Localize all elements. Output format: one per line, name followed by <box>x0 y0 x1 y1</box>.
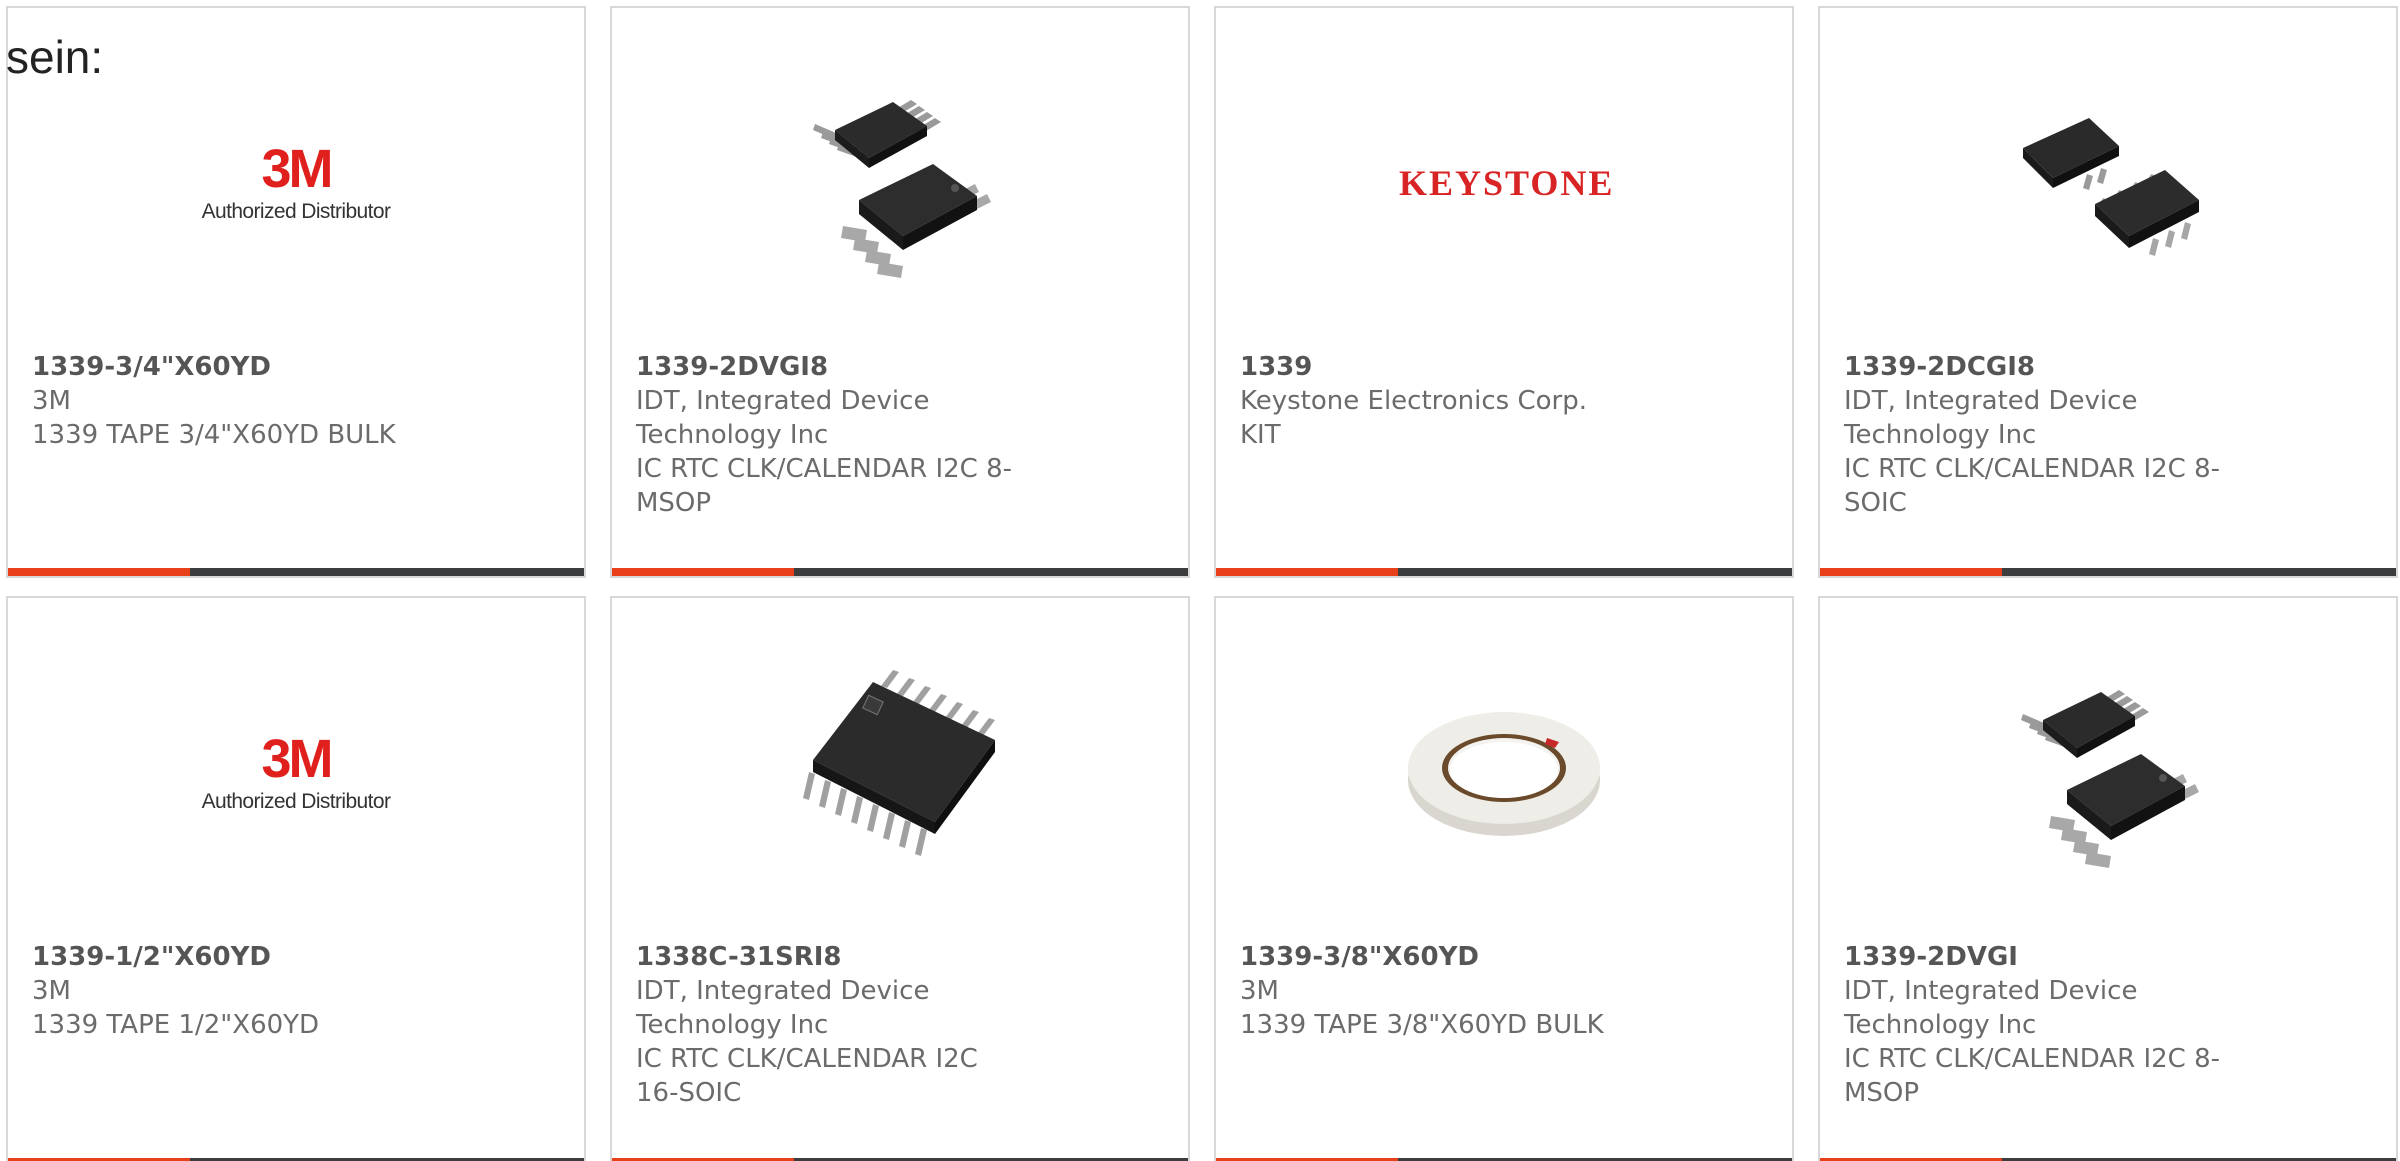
keystone-logo: KEYSTONE <box>1399 163 1615 203</box>
description: IC RTC CLK/CALENDAR I2C 8-MSOP <box>1844 1044 2221 1108</box>
manufacturer: IDT, Integrated Device Technology Inc <box>636 386 930 450</box>
manufacturer: 3M <box>32 386 71 416</box>
card-bottom-bar <box>612 568 1188 576</box>
part-number[interactable]: 1339-2DCGI8 <box>1844 350 2236 384</box>
description: 1339 TAPE 3/4"X60YD BULK <box>32 420 396 450</box>
product-image[interactable]: 3M Authorized Distributor <box>8 658 584 888</box>
tape-roll-icon <box>1408 712 1600 836</box>
soic-chip-icon <box>2023 118 2199 256</box>
product-card[interactable]: 1339-3/8"X60YD 3M 1339 TAPE 3/8"X60YD BU… <box>1214 596 1794 1161</box>
soic-16-chip-icon <box>803 670 995 856</box>
description: 1339 TAPE 3/8"X60YD BULK <box>1240 1010 1604 1040</box>
product-image[interactable] <box>1820 658 2396 888</box>
part-number[interactable]: 1339-2DVGI <box>1844 940 2236 974</box>
3m-logo: 3M Authorized Distributor <box>201 139 391 223</box>
product-card[interactable]: 3M Authorized Distributor 1339-3/4"X60YD… <box>6 6 586 578</box>
description: IC RTC CLK/CALENDAR I2C 16-SOIC <box>636 1044 978 1108</box>
description: IC RTC CLK/CALENDAR I2C 8-MSOP <box>636 454 1013 518</box>
product-image[interactable]: 3M Authorized Distributor <box>8 68 584 298</box>
product-image[interactable] <box>612 68 1188 298</box>
product-card[interactable]: 1339-2DCGI8 IDT, Integrated Device Techn… <box>1818 6 2398 578</box>
part-number[interactable]: 1339-3/8"X60YD <box>1240 940 1632 974</box>
product-image[interactable] <box>1820 68 2396 298</box>
description: KIT <box>1240 420 1281 450</box>
product-card[interactable]: 1339-2DVGI IDT, Integrated Device Techno… <box>1818 596 2398 1161</box>
part-number[interactable]: 1339-2DVGI8 <box>636 350 1028 384</box>
section-heading: sein: <box>6 31 104 83</box>
manufacturer: IDT, Integrated Device Technology Inc <box>636 976 930 1040</box>
manufacturer: 3M <box>32 976 71 1006</box>
product-card[interactable]: 1338C-31SRI8 IDT, Integrated Device Tech… <box>610 596 1190 1161</box>
part-number[interactable]: 1339-3/4"X60YD <box>32 350 424 384</box>
manufacturer: Keystone Electronics Corp. <box>1240 386 1588 416</box>
product-card[interactable]: KEYSTONE 1339 Keystone Electronics Corp.… <box>1214 6 1794 578</box>
part-number[interactable]: 1339-1/2"X60YD <box>32 940 424 974</box>
card-bottom-bar <box>1216 568 1792 576</box>
msop-chip-icon <box>2021 690 2199 868</box>
card-bottom-bar <box>8 568 584 576</box>
product-card[interactable]: 1339-2DVGI8 IDT, Integrated Device Techn… <box>610 6 1190 578</box>
part-number[interactable]: 1338C-31SRI8 <box>636 940 1028 974</box>
product-image[interactable]: KEYSTONE <box>1216 68 1792 298</box>
card-bottom-bar <box>1820 568 2396 576</box>
manufacturer: IDT, Integrated Device Technology Inc <box>1844 976 2138 1040</box>
manufacturer: 3M <box>1240 976 1279 1006</box>
product-card[interactable]: 3M Authorized Distributor 1339-1/2"X60YD… <box>6 596 586 1161</box>
description: 1339 TAPE 1/2"X60YD <box>32 1010 320 1040</box>
3m-logo: 3M Authorized Distributor <box>201 729 391 813</box>
manufacturer: IDT, Integrated Device Technology Inc <box>1844 386 2138 450</box>
part-number[interactable]: 1339 <box>1240 350 1632 384</box>
description: IC RTC CLK/CALENDAR I2C 8-SOIC <box>1844 454 2221 518</box>
product-image[interactable] <box>1216 658 1792 888</box>
msop-chip-icon <box>813 100 991 278</box>
product-image[interactable] <box>612 658 1188 888</box>
